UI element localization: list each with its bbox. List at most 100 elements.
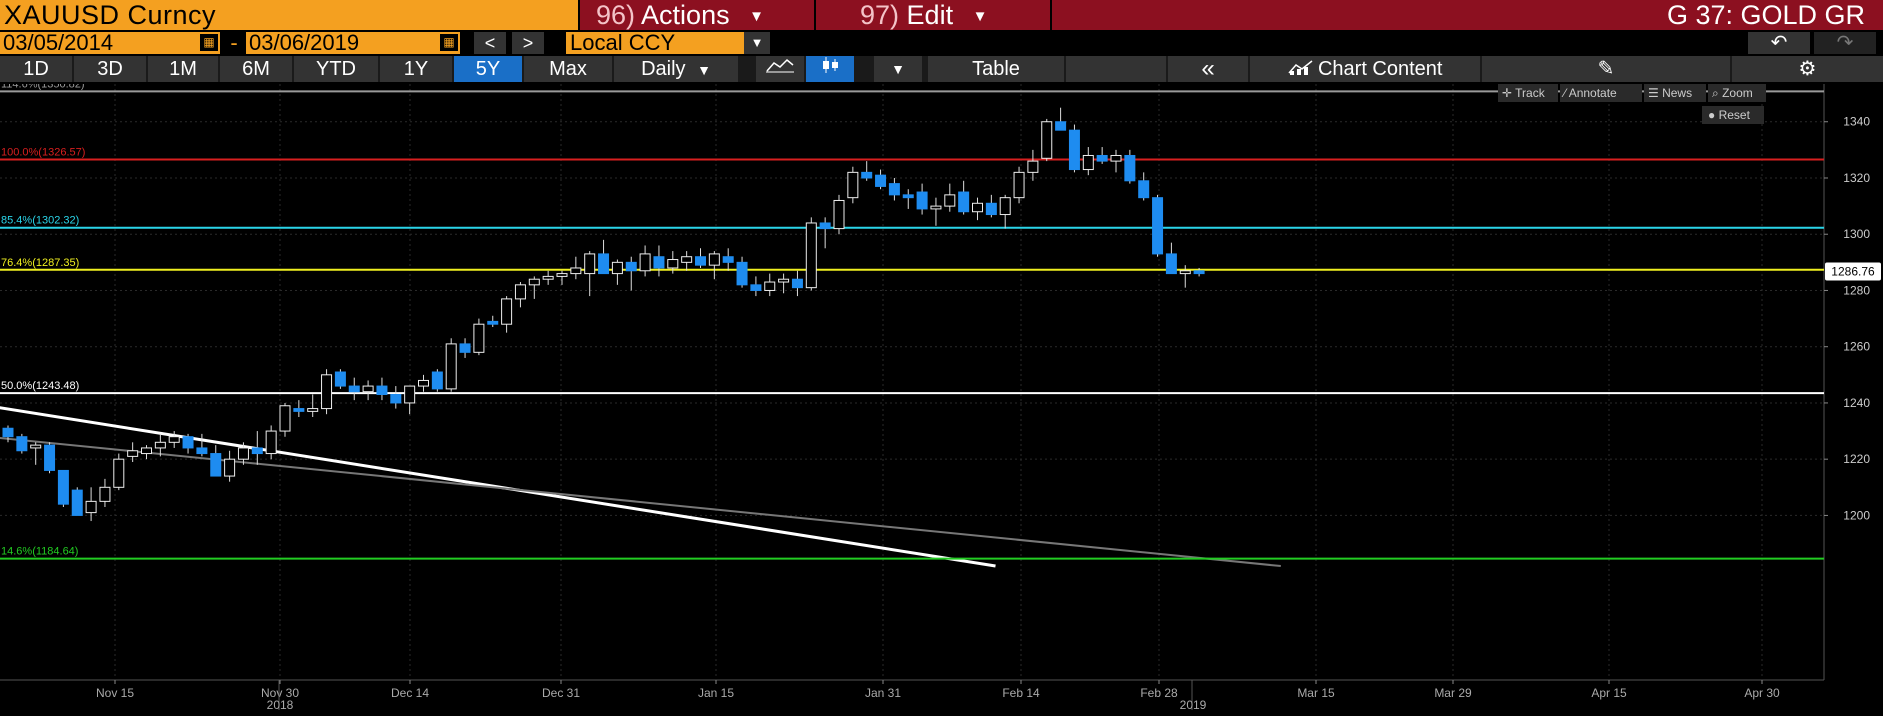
calendar-icon[interactable]: ▦ — [200, 34, 218, 51]
candle-body — [85, 500, 97, 514]
currency-select[interactable]: Local CCY — [566, 32, 744, 54]
calendar-icon[interactable]: ▦ — [440, 34, 458, 51]
x-tick-label: Feb 14 — [1002, 686, 1040, 700]
chart-content-button[interactable]: Chart Content — [1250, 56, 1480, 82]
candle-body — [639, 253, 651, 272]
x-tick-label: Apr 30 — [1744, 686, 1780, 700]
track-button[interactable]: ✛ Track — [1498, 84, 1558, 102]
period-label: Daily — [641, 58, 686, 80]
annotate-button[interactable]: ⁄ Annotate — [1560, 84, 1642, 102]
candle-body — [888, 183, 900, 196]
candle-body — [154, 441, 166, 449]
news-button[interactable]: ☰ News — [1644, 84, 1706, 102]
candle-body — [570, 267, 582, 275]
end-date-field[interactable]: 03/06/2019 ▦ — [246, 32, 460, 54]
candle-body — [501, 298, 513, 325]
chart-title: G 37: GOLD GR — [1052, 0, 1883, 30]
candle-body — [833, 199, 845, 230]
range-ytd-button[interactable]: YTD — [294, 56, 378, 82]
year-label: 2018 — [267, 698, 294, 712]
range-max-button[interactable]: Max — [524, 56, 612, 82]
news-icon: ☰ — [1648, 86, 1663, 100]
candle-body — [722, 256, 734, 263]
candle-body — [916, 191, 928, 210]
candle-body — [1027, 160, 1039, 173]
date-separator: - — [230, 30, 238, 55]
candle-body — [514, 284, 526, 300]
range-3d-button[interactable]: 3D — [74, 56, 146, 82]
range-1y-button[interactable]: 1Y — [380, 56, 452, 82]
zoom-button[interactable]: ⌕ Zoom — [1708, 84, 1766, 102]
candle-body — [847, 171, 859, 199]
table-button[interactable]: Table — [928, 56, 1064, 82]
x-tick-label: Dec 14 — [391, 686, 429, 700]
chevron-down-icon: ▼ — [749, 7, 764, 25]
candle-body — [985, 202, 997, 216]
annotate-tool-button[interactable]: ✎ — [1482, 56, 1730, 82]
candle-body — [390, 394, 402, 404]
actions-menu-number: 96) — [596, 0, 636, 30]
candle-body — [736, 261, 748, 286]
trendline — [0, 436, 1281, 568]
candle-body — [44, 444, 56, 471]
candle-body — [362, 385, 374, 393]
chart-style-dropdown[interactable]: ▼ — [874, 56, 922, 82]
candle-body — [293, 408, 305, 412]
edit-menu[interactable]: 97) Edit ▼ — [816, 0, 1050, 30]
line-chart-icon[interactable] — [756, 56, 804, 82]
candle-body — [168, 436, 180, 443]
candle-body — [625, 261, 637, 272]
candle-body — [972, 202, 983, 213]
candle-body — [376, 385, 388, 396]
gear-icon: ⚙ — [1798, 58, 1817, 80]
period-select[interactable]: Daily ▼ — [614, 56, 738, 82]
start-date-field[interactable]: 03/05/2014 ▦ — [0, 32, 220, 54]
candle-body — [528, 278, 540, 286]
candle-body — [958, 191, 970, 213]
actions-menu-label: Actions — [641, 0, 730, 30]
collapse-button[interactable]: « — [1168, 56, 1248, 82]
x-tick-label: Jan 31 — [865, 686, 901, 700]
candle-body — [307, 408, 319, 412]
fib-level-label: 50.0%(1243.48) — [1, 380, 79, 392]
candle-body — [418, 379, 429, 387]
ticker-field[interactable]: XAUUSD Curncy — [0, 0, 578, 30]
candle-body — [30, 444, 42, 449]
candle-body — [999, 197, 1011, 216]
end-date-value: 03/06/2019 — [249, 30, 360, 55]
fib-level-label: 114.6%(1350.82) — [1, 84, 85, 90]
reset-icon: ● — [1708, 108, 1719, 122]
candle-body — [334, 371, 346, 387]
candle-body — [750, 284, 762, 291]
x-tick-label: Jan 15 — [698, 686, 734, 700]
candle-body — [875, 174, 887, 187]
y-tick-label: 1260 — [1843, 340, 1870, 354]
next-period-button[interactable]: > — [512, 32, 544, 54]
range-5y-button[interactable]: 5Y — [454, 56, 522, 82]
candle-body — [459, 343, 471, 353]
y-tick-label: 1320 — [1843, 171, 1870, 185]
fib-level-label: 100.0%(1326.57) — [1, 147, 85, 159]
previous-period-button[interactable]: < — [474, 32, 506, 54]
candle-body — [251, 447, 263, 455]
candle-body — [1165, 253, 1177, 275]
chart-area[interactable]: Nov 15 Nov 30 Dec 14 Dec 31 Jan 15 Jan 31 Feb … — [0, 84, 1883, 716]
redo-button[interactable]: ↷ — [1814, 32, 1876, 54]
candle-body — [1179, 270, 1191, 275]
reset-button[interactable]: ● Reset — [1702, 106, 1764, 124]
actions-menu[interactable]: 96) Actions ▼ — [580, 0, 814, 30]
candle-body — [57, 469, 69, 505]
candle-body — [1068, 129, 1080, 171]
last-price-label: 1286.76 — [1831, 264, 1875, 278]
undo-button[interactable]: ↶ — [1748, 32, 1810, 54]
candlestick-chart-icon[interactable] — [806, 56, 854, 82]
range-1d-button[interactable]: 1D — [0, 56, 72, 82]
settings-button[interactable]: ⚙ — [1732, 56, 1883, 82]
chevron-down-icon[interactable]: ▼ — [744, 32, 770, 54]
range-6m-button[interactable]: 6M — [220, 56, 292, 82]
candle-body — [210, 453, 222, 477]
range-1m-button[interactable]: 1M — [148, 56, 218, 82]
price-chart[interactable]: Nov 15 Nov 30 Dec 14 Dec 31 Jan 15 Jan 31 Feb … — [0, 84, 1883, 716]
undo-icon: ↶ — [1770, 32, 1788, 54]
redo-icon: ↷ — [1836, 32, 1854, 54]
